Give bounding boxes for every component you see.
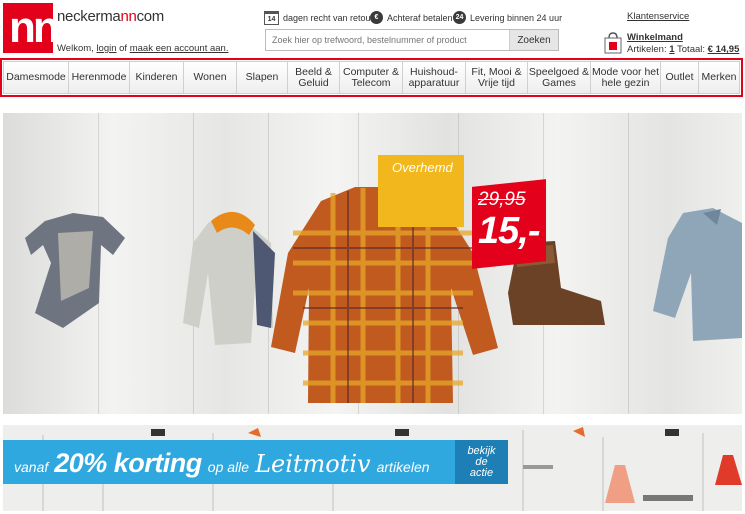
main-navigation: Damesmode Herenmode Kinderen Wonen Slape… — [3, 61, 740, 94]
welcome-text: Welkom, login of maak een account aan. — [57, 43, 228, 54]
nav-item-wonen[interactable]: Wonen — [184, 62, 237, 93]
nav-item-slapen[interactable]: Slapen — [237, 62, 288, 93]
nav-item-huishoudapparatuur[interactable]: Huishoud- apparatuur — [403, 62, 466, 93]
usp-payment-text: Achteraf betalen — [387, 12, 453, 23]
search-bar: Zoeken — [265, 29, 559, 51]
promo-brand: Leitmotiv — [255, 450, 371, 478]
brand-suffix: com — [136, 8, 165, 25]
logo[interactable]: nn — [3, 3, 60, 53]
brand-name[interactable]: neckermanncom — [57, 8, 164, 25]
promo-suffix: artikelen — [376, 459, 430, 475]
brand-highlight: nn — [120, 8, 137, 25]
calendar-14-icon: 14 — [264, 11, 279, 25]
cart-link[interactable]: Winkelmand — [627, 32, 683, 43]
cart-articles-count[interactable]: 1 — [669, 44, 674, 55]
promo-middle: op alle — [207, 459, 250, 475]
product-tag: Overhemd — [378, 155, 464, 227]
usp-delivery: 24 Levering binnen 24 uur — [453, 11, 562, 24]
shopping-bag-icon[interactable] — [604, 32, 622, 54]
nav-item-computer-telecom[interactable]: Computer & Telecom — [340, 62, 403, 93]
usp-payment: € Achteraf betalen — [370, 11, 453, 24]
search-button[interactable]: Zoeken — [509, 30, 558, 50]
hero-banner[interactable] — [3, 113, 742, 414]
promo-text: vanaf 20% korting op alle Leitmotiv arti… — [14, 448, 430, 479]
register-link[interactable]: maak een account aan. — [130, 43, 229, 54]
promo-discount: 20% korting — [54, 448, 202, 478]
usp-return-text: dagen recht van retour — [283, 13, 374, 23]
nav-item-mode-hele-gezin[interactable]: Mode voor het hele gezin — [591, 62, 661, 93]
nav-item-outlet[interactable]: Outlet — [661, 62, 699, 93]
nav-item-beeld-geluid[interactable]: Beeld & Geluid — [288, 62, 340, 93]
view-promo-button[interactable]: bekijk de actie — [455, 440, 508, 484]
nav-item-merken[interactable]: Merken — [699, 62, 739, 93]
nav-item-kinderen[interactable]: Kinderen — [130, 62, 184, 93]
nav-item-fit-mooi-vrije-tijd[interactable]: Fit, Mooi & Vrije tijd — [466, 62, 528, 93]
nav-item-speelgoed-games[interactable]: Speelgoed & Games — [528, 62, 591, 93]
promo-prefix: vanaf — [14, 459, 49, 475]
new-price: 15,- — [478, 210, 540, 252]
hero-products-illustration — [25, 187, 742, 403]
cart-summary: Artikelen: 1 Totaal: € 14,95 — [627, 44, 739, 55]
usp-return: 14 dagen recht van retour — [264, 11, 374, 25]
welcome-or: of — [119, 43, 128, 54]
login-link[interactable]: login — [96, 43, 116, 54]
brand-prefix: neckerma — [57, 8, 121, 25]
logo-mark: nn — [9, 3, 60, 52]
euro-icon: € — [370, 11, 383, 24]
nav-item-herenmode[interactable]: Herenmode — [69, 62, 130, 93]
cart-total-value[interactable]: € 14,95 — [708, 44, 740, 55]
customer-service-link[interactable]: Klantenservice — [627, 11, 689, 22]
welcome-prefix: Welkom, — [57, 43, 94, 54]
nav-item-damesmode[interactable]: Damesmode — [4, 62, 69, 93]
product-tag-label: Overhemd — [392, 160, 453, 175]
cart-articles-label: Artikelen: — [627, 44, 667, 55]
search-input[interactable] — [266, 30, 509, 50]
usp-delivery-text: Levering binnen 24 uur — [470, 12, 563, 23]
delivery-24-icon: 24 — [453, 11, 466, 24]
old-price: 29,95 — [478, 189, 526, 210]
cart-total-label: Totaal: — [677, 44, 706, 55]
